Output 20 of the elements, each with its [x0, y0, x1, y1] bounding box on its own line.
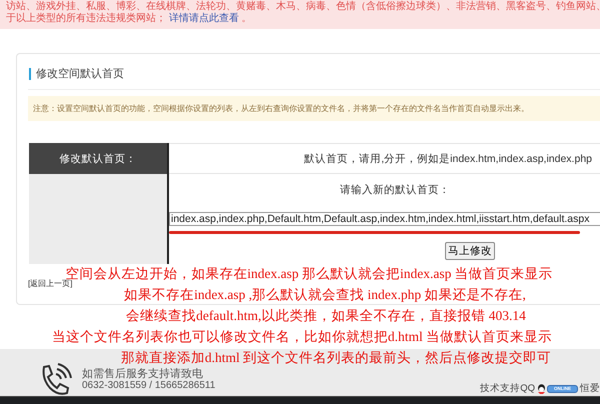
input-field[interactable]: index.asp,index.php,Default.htm,Default.asp,index.htm,index.html,iisstart.htm,default.aspx: [169, 212, 600, 226]
site-name: 恒爱: [580, 382, 600, 395]
details-link[interactable]: 详情请点此查看: [168, 13, 239, 24]
prompt-text: 请输入新的默认首页：: [340, 183, 450, 197]
panel-title: 修改空间默认首页: [29, 68, 124, 80]
warning-text: 于以上类型的所有违法违规类网站； 详情请点此查看 。: [6, 13, 252, 25]
annotation-text: 会继续查找default.htm,以此类推，如果全不存在，直接报错 403.14: [126, 307, 526, 325]
annotation-text: 如果不存在index.asp ,那么默认就会查找 index.php 如果还是不存在,: [124, 286, 526, 304]
service-label: 如需售后服务支持请致电: [82, 368, 204, 380]
annotation-text: 那就直接添加d.html 到这个文件名列表的最前头，然后点修改提交即可: [120, 349, 552, 367]
notice-banner: 注意：设置空间默认首页的功能，空间根据你设置的列表，从左到右查询你设置的文件名，并将第一个存在的文件名当作首页自动显示出来。: [28, 96, 600, 121]
back-link[interactable]: [返回上一页]: [28, 278, 72, 289]
warning-text: 访站、游戏外挂、私服、博彩、在线棋牌、法轮功、黄赌毒、木马、病毒、色情（含低俗擦边球类）、非法营销、黑客盗号、钓鱼网站、: [6, 1, 600, 12]
annotation-text: 当这个文件名列表你也可以修改文件名，比如你就想把d.html 当做默认首页来显示: [52, 328, 552, 346]
hint-text: 默认首页，请用,分开，例如是index.htm,index.asp,index.php: [169, 143, 600, 174]
annotation-text: 空间会从左边开始，如果存在index.asp 那么默认就会把index.asp 当做首页来显示: [65, 265, 553, 281]
form-label: 修改默认首页：: [29, 143, 169, 174]
support-label: 技术支持QQ: [480, 382, 535, 395]
submit-button[interactable]: 马上修改: [445, 242, 495, 260]
phone-number: 0632-3081559 / 15665286511: [82, 380, 216, 392]
